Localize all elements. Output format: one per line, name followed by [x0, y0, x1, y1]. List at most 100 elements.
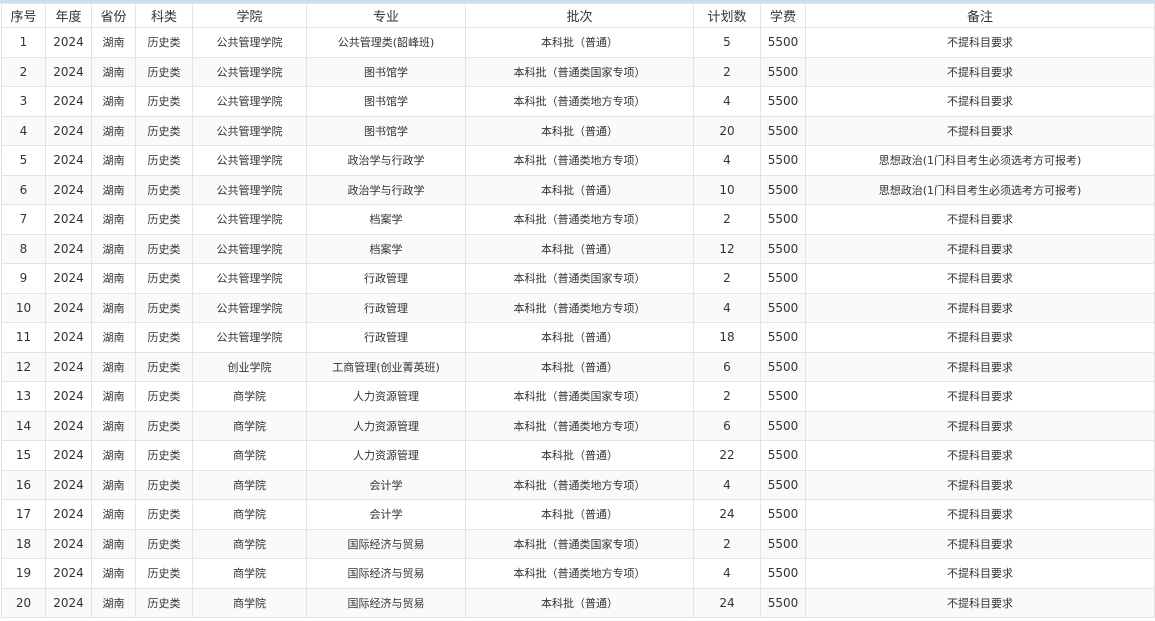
- cell-batch: 本科批（普通）: [465, 587, 694, 618]
- table-row[interactable]: 9 2024 湖南 历史类 公共管理学院 行政管理 本科批（普通类国家专项） 2 5500 不提科…: [1, 263, 1155, 294]
- cell-notes: 不提科目要求: [805, 86, 1155, 117]
- cell-plan-count: 6: [693, 351, 761, 382]
- cell-plan-count: 2: [693, 204, 761, 235]
- cell-notes: 不提科目要求: [805, 233, 1155, 264]
- cell-college: 商学院: [192, 499, 307, 530]
- cell-index: 19: [1, 558, 46, 589]
- column-header-major[interactable]: 专业: [306, 3, 466, 28]
- cell-major: 图书馆学: [306, 56, 466, 87]
- cell-province: 湖南: [91, 27, 136, 58]
- cell-category: 历史类: [135, 174, 193, 205]
- cell-major: 图书馆学: [306, 86, 466, 117]
- cell-province: 湖南: [91, 204, 136, 235]
- cell-college: 公共管理学院: [192, 174, 307, 205]
- table-row[interactable]: 8 2024 湖南 历史类 公共管理学院 档案学 本科批（普通） 12 5500 不提科目要求: [1, 233, 1155, 264]
- table-row[interactable]: 18 2024 湖南 历史类 商学院 国际经济与贸易 本科批（普通类国家专项） 2 5500 不提…: [1, 528, 1155, 559]
- cell-index: 18: [1, 528, 46, 559]
- cell-category: 历史类: [135, 322, 193, 353]
- cell-college: 创业学院: [192, 351, 307, 382]
- column-header-college[interactable]: 学院: [192, 3, 307, 28]
- column-header-category[interactable]: 科类: [135, 3, 193, 28]
- cell-year: 2024: [45, 469, 92, 500]
- cell-batch: 本科批（普通类地方专项）: [465, 469, 694, 500]
- cell-major: 图书馆学: [306, 115, 466, 146]
- cell-major: 档案学: [306, 204, 466, 235]
- cell-index: 14: [1, 410, 46, 441]
- cell-category: 历史类: [135, 145, 193, 176]
- column-header-index[interactable]: 序号: [1, 3, 46, 28]
- table-row[interactable]: 17 2024 湖南 历史类 商学院 会计学 本科批（普通） 24 5500 不提科目要求: [1, 499, 1155, 530]
- table-row[interactable]: 3 2024 湖南 历史类 公共管理学院 图书馆学 本科批（普通类地方专项） 4 5500 不提科…: [1, 86, 1155, 117]
- column-header-province[interactable]: 省份: [91, 3, 136, 28]
- table-row[interactable]: 15 2024 湖南 历史类 商学院 人力资源管理 本科批（普通） 22 5500 不提科目要求: [1, 440, 1155, 471]
- cell-index: 12: [1, 351, 46, 382]
- cell-category: 历史类: [135, 233, 193, 264]
- table-row[interactable]: 1 2024 湖南 历史类 公共管理学院 公共管理类(韶峰班) 本科批（普通） 5 5500 不提…: [1, 27, 1155, 58]
- cell-tuition: 5500: [760, 469, 806, 500]
- cell-year: 2024: [45, 351, 92, 382]
- cell-category: 历史类: [135, 204, 193, 235]
- cell-batch: 本科批（普通类国家专项）: [465, 263, 694, 294]
- cell-index: 10: [1, 292, 46, 323]
- column-header-tuition[interactable]: 学费: [760, 3, 806, 28]
- cell-tuition: 5500: [760, 115, 806, 146]
- column-header-plan-count[interactable]: 计划数: [693, 3, 761, 28]
- cell-plan-count: 10: [693, 174, 761, 205]
- cell-college: 商学院: [192, 440, 307, 471]
- cell-plan-count: 4: [693, 86, 761, 117]
- cell-batch: 本科批（普通类国家专项）: [465, 528, 694, 559]
- table-row[interactable]: 4 2024 湖南 历史类 公共管理学院 图书馆学 本科批（普通） 20 5500 不提科目要求: [1, 115, 1155, 146]
- cell-index: 20: [1, 587, 46, 618]
- table-row[interactable]: 19 2024 湖南 历史类 商学院 国际经济与贸易 本科批（普通类地方专项） 4 5500 不提…: [1, 558, 1155, 589]
- cell-index: 7: [1, 204, 46, 235]
- cell-batch: 本科批（普通类地方专项）: [465, 558, 694, 589]
- table-row[interactable]: 7 2024 湖南 历史类 公共管理学院 档案学 本科批（普通类地方专项） 2 5500 不提科目…: [1, 204, 1155, 235]
- cell-major: 行政管理: [306, 292, 466, 323]
- cell-college: 公共管理学院: [192, 56, 307, 87]
- table-row[interactable]: 16 2024 湖南 历史类 商学院 会计学 本科批（普通类地方专项） 4 5500 不提科目要求: [1, 469, 1155, 500]
- cell-category: 历史类: [135, 499, 193, 530]
- table-row[interactable]: 13 2024 湖南 历史类 商学院 人力资源管理 本科批（普通类国家专项） 2 5500 不提科…: [1, 381, 1155, 412]
- cell-college: 公共管理学院: [192, 263, 307, 294]
- cell-tuition: 5500: [760, 558, 806, 589]
- cell-plan-count: 22: [693, 440, 761, 471]
- cell-plan-count: 24: [693, 499, 761, 530]
- column-header-notes[interactable]: 备注: [805, 3, 1155, 28]
- cell-category: 历史类: [135, 469, 193, 500]
- cell-index: 6: [1, 174, 46, 205]
- cell-province: 湖南: [91, 86, 136, 117]
- cell-tuition: 5500: [760, 174, 806, 205]
- cell-plan-count: 2: [693, 56, 761, 87]
- column-header-year[interactable]: 年度: [45, 3, 92, 28]
- table-row[interactable]: 14 2024 湖南 历史类 商学院 人力资源管理 本科批（普通类地方专项） 6 5500 不提科…: [1, 410, 1155, 441]
- table-row[interactable]: 6 2024 湖南 历史类 公共管理学院 政治学与行政学 本科批（普通） 10 5500 思想政治…: [1, 174, 1155, 205]
- cell-tuition: 5500: [760, 145, 806, 176]
- column-header-batch[interactable]: 批次: [465, 3, 694, 28]
- cell-category: 历史类: [135, 263, 193, 294]
- cell-province: 湖南: [91, 558, 136, 589]
- cell-category: 历史类: [135, 410, 193, 441]
- cell-year: 2024: [45, 587, 92, 618]
- cell-province: 湖南: [91, 233, 136, 264]
- table-row[interactable]: 2 2024 湖南 历史类 公共管理学院 图书馆学 本科批（普通类国家专项） 2 5500 不提科…: [1, 56, 1155, 87]
- cell-notes: 不提科目要求: [805, 204, 1155, 235]
- cell-tuition: 5500: [760, 292, 806, 323]
- cell-college: 商学院: [192, 381, 307, 412]
- cell-batch: 本科批（普通）: [465, 322, 694, 353]
- table-row[interactable]: 10 2024 湖南 历史类 公共管理学院 行政管理 本科批（普通类地方专项） 4 5500 不提…: [1, 292, 1155, 323]
- cell-batch: 本科批（普通）: [465, 233, 694, 264]
- cell-year: 2024: [45, 558, 92, 589]
- table-row[interactable]: 20 2024 湖南 历史类 商学院 国际经济与贸易 本科批（普通） 24 5500 不提科目要求: [1, 587, 1155, 618]
- cell-college: 公共管理学院: [192, 115, 307, 146]
- cell-batch: 本科批（普通类地方专项）: [465, 410, 694, 441]
- table-row[interactable]: 11 2024 湖南 历史类 公共管理学院 行政管理 本科批（普通） 18 5500 不提科目要求: [1, 322, 1155, 353]
- table-row[interactable]: 5 2024 湖南 历史类 公共管理学院 政治学与行政学 本科批（普通类地方专项） 4 5500…: [1, 145, 1155, 176]
- cell-year: 2024: [45, 204, 92, 235]
- cell-plan-count: 4: [693, 558, 761, 589]
- table-row[interactable]: 12 2024 湖南 历史类 创业学院 工商管理(创业菁英班) 本科批（普通） 6 5500 不提…: [1, 351, 1155, 382]
- cell-tuition: 5500: [760, 56, 806, 87]
- cell-index: 8: [1, 233, 46, 264]
- cell-year: 2024: [45, 27, 92, 58]
- cell-major: 工商管理(创业菁英班): [306, 351, 466, 382]
- cell-tuition: 5500: [760, 204, 806, 235]
